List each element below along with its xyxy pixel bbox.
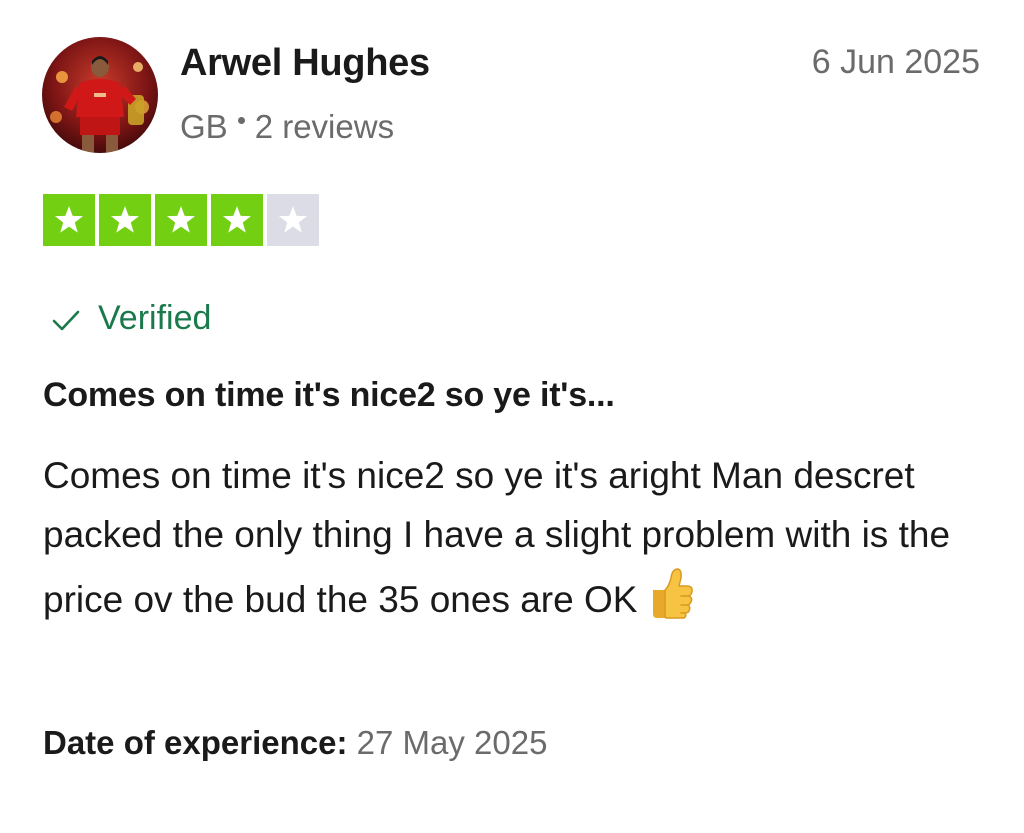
date-of-experience: Date of experience: 27 May 2025: [43, 724, 547, 762]
review-date: 6 Jun 2025: [811, 43, 980, 81]
thumbs-up-icon: [643, 564, 695, 637]
review-title[interactable]: Comes on time it's nice2 so ye it's...: [43, 376, 615, 415]
star-empty-icon: [267, 194, 319, 246]
review-body-text: Comes on time it's nice2 so ye it's arig…: [43, 455, 951, 620]
reviewer-meta: GB 2 reviews: [180, 108, 394, 146]
reviewer-review-count[interactable]: 2 reviews: [255, 108, 394, 146]
experience-date: 27 May 2025: [356, 724, 548, 761]
review-body: Comes on time it's nice2 so ye it's arig…: [43, 446, 993, 637]
star-filled-icon: [43, 194, 95, 246]
star-filled-icon: [155, 194, 207, 246]
reviewer-country: GB: [180, 108, 228, 145]
verified-label: Verified: [98, 298, 212, 337]
verified-badge[interactable]: Verified: [48, 297, 211, 339]
checkmark-icon: [52, 310, 80, 331]
reviewer-avatar[interactable]: [42, 37, 158, 153]
reviewer-name[interactable]: Arwel Hughes: [180, 42, 430, 85]
star-rating: [43, 194, 319, 246]
experience-label: Date of experience:: [43, 724, 348, 761]
star-filled-icon: [99, 194, 151, 246]
separator-dot: [237, 116, 245, 124]
star-filled-icon: [211, 194, 263, 246]
